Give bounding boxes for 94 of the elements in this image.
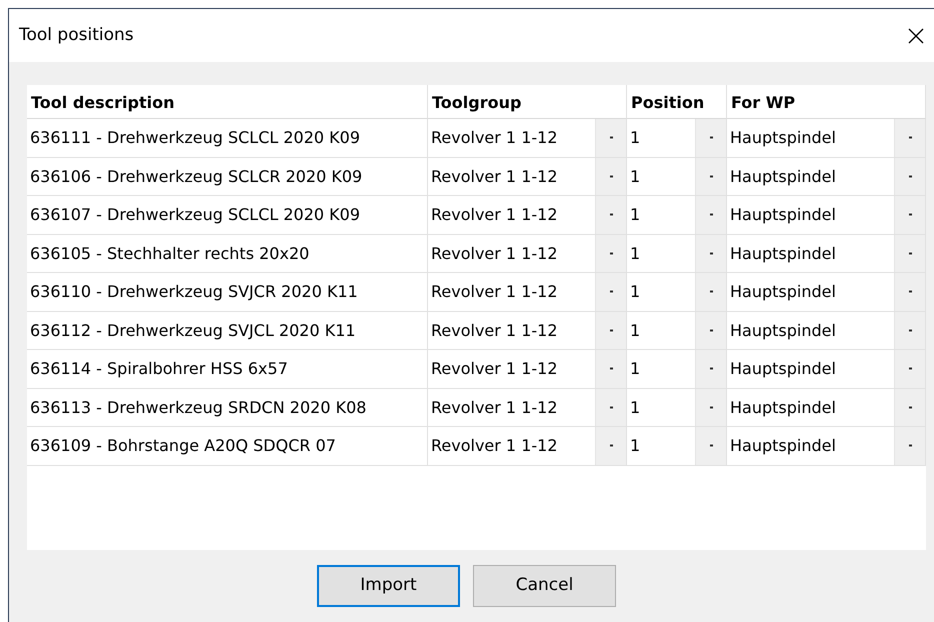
dropdown-button[interactable] (595, 196, 626, 234)
caret-icon (710, 213, 712, 216)
caret-icon (710, 328, 712, 332)
caret-icon (610, 328, 612, 332)
caret-icon (908, 290, 912, 294)
column-header: Tool description (27, 85, 428, 119)
table-cell: 636107 - Drehwerkzeug SCLCL 2020 K09 (27, 196, 428, 234)
dropdown-button[interactable] (894, 273, 925, 310)
dropdown[interactable]: Revolver 1 1-12 (428, 273, 627, 312)
dropdown-button[interactable] (695, 427, 726, 464)
table-cell: 636113 - Drehwerkzeug SRDCN 2020 K08 (27, 388, 428, 427)
caret-icon (710, 290, 712, 294)
dropdown[interactable]: Revolver 1 1-12 (428, 196, 627, 234)
caret-icon (908, 406, 912, 409)
caret-icon (908, 174, 912, 178)
dropdown-button[interactable] (894, 312, 925, 349)
dialog-button[interactable]: Cancel (473, 565, 616, 607)
caret-icon (908, 444, 912, 448)
dropdown-button[interactable] (894, 388, 925, 426)
caret-icon (908, 136, 912, 140)
dropdown-button[interactable] (894, 158, 925, 195)
dropdown[interactable]: Hauptspindel (727, 427, 926, 466)
dropdown[interactable]: 1 (627, 388, 727, 427)
caret-icon (610, 174, 612, 178)
caret-icon (610, 290, 612, 294)
caret-icon (610, 213, 612, 216)
dropdown-button[interactable] (695, 312, 726, 349)
table-cell: 636106 - Drehwerkzeug SCLCR 2020 K09 (27, 158, 428, 196)
caret-icon (610, 444, 612, 448)
dropdown[interactable]: 1 (627, 312, 727, 350)
caret-icon (710, 136, 712, 140)
dropdown[interactable]: Hauptspindel (727, 388, 926, 427)
dropdown-button[interactable] (695, 350, 726, 388)
dropdown-button[interactable] (595, 427, 626, 464)
dropdown[interactable]: Revolver 1 1-12 (428, 388, 627, 427)
caret-icon (610, 406, 612, 409)
caret-icon (908, 213, 912, 216)
dropdown[interactable]: Revolver 1 1-12 (428, 350, 627, 388)
dropdown[interactable]: 1 (627, 196, 727, 234)
dropdown[interactable]: Revolver 1 1-12 (428, 119, 627, 158)
dropdown-button[interactable] (595, 312, 626, 349)
caret-icon (710, 444, 712, 448)
caret-icon (908, 367, 912, 370)
dropdown[interactable]: Hauptspindel (727, 158, 926, 196)
dropdown[interactable]: 1 (627, 234, 727, 273)
dropdown[interactable]: Hauptspindel (727, 312, 926, 350)
caret-icon (710, 252, 712, 255)
dropdown[interactable]: Hauptspindel (727, 350, 926, 388)
dropdown[interactable]: 1 (627, 158, 727, 196)
table-cell: 636109 - Bohrstange A20Q SDQCR 07 (27, 427, 428, 466)
dropdown[interactable]: 1 (627, 273, 727, 312)
dropdown-button[interactable] (894, 119, 925, 156)
dropdown[interactable]: 1 (627, 427, 727, 466)
dropdown[interactable]: 1 (627, 350, 727, 388)
dropdown-button[interactable] (595, 273, 626, 310)
dropdown-button[interactable] (595, 388, 626, 426)
dropdown-button[interactable] (695, 196, 726, 234)
dropdown-button[interactable] (595, 234, 626, 272)
dropdown-button[interactable] (595, 119, 626, 156)
dropdown[interactable]: Revolver 1 1-12 (428, 234, 627, 273)
dropdown[interactable]: Revolver 1 1-12 (428, 158, 627, 196)
dropdown-button[interactable] (695, 388, 726, 426)
dropdown-button[interactable] (695, 273, 726, 310)
dialog-button[interactable]: Import (317, 565, 460, 607)
table-cell: 636110 - Drehwerkzeug SVJCR 2020 K11 (27, 273, 428, 312)
window-title: Tool positions (19, 24, 134, 47)
table-cell: 636105 - Stechhalter rechts 20x20 (27, 234, 428, 273)
dropdown[interactable]: Revolver 1 1-12 (428, 312, 627, 350)
caret-icon (710, 367, 712, 370)
table-cell: 636112 - Drehwerkzeug SVJCL 2020 K11 (27, 312, 428, 350)
table-cell: 636114 - Spiralbohrer HSS 6x57 (27, 350, 428, 388)
dropdown-button[interactable] (695, 119, 726, 156)
dropdown-button[interactable] (695, 234, 726, 272)
dropdown-button[interactable] (894, 234, 925, 272)
dropdown[interactable]: 1 (627, 119, 727, 158)
caret-icon (610, 367, 612, 370)
caret-icon (908, 328, 912, 332)
dropdown[interactable]: Hauptspindel (727, 119, 926, 158)
caret-icon (710, 174, 712, 178)
dropdown-button[interactable] (894, 427, 925, 464)
dropdown[interactable]: Hauptspindel (727, 234, 926, 273)
dropdown-button[interactable] (894, 350, 925, 388)
table-cell: 636111 - Drehwerkzeug SCLCL 2020 K09 (27, 119, 428, 158)
dropdown[interactable]: Hauptspindel (727, 273, 926, 312)
dropdown[interactable]: Revolver 1 1-12 (428, 427, 627, 466)
dropdown-button[interactable] (695, 158, 726, 195)
dropdown-button[interactable] (894, 196, 925, 234)
caret-icon (710, 406, 712, 409)
dropdown-button[interactable] (595, 158, 626, 195)
dropdown[interactable]: Hauptspindel (727, 196, 926, 234)
dropdown-button[interactable] (595, 350, 626, 388)
caret-icon (908, 252, 912, 255)
caret-icon (610, 136, 612, 140)
caret-icon (610, 252, 612, 255)
